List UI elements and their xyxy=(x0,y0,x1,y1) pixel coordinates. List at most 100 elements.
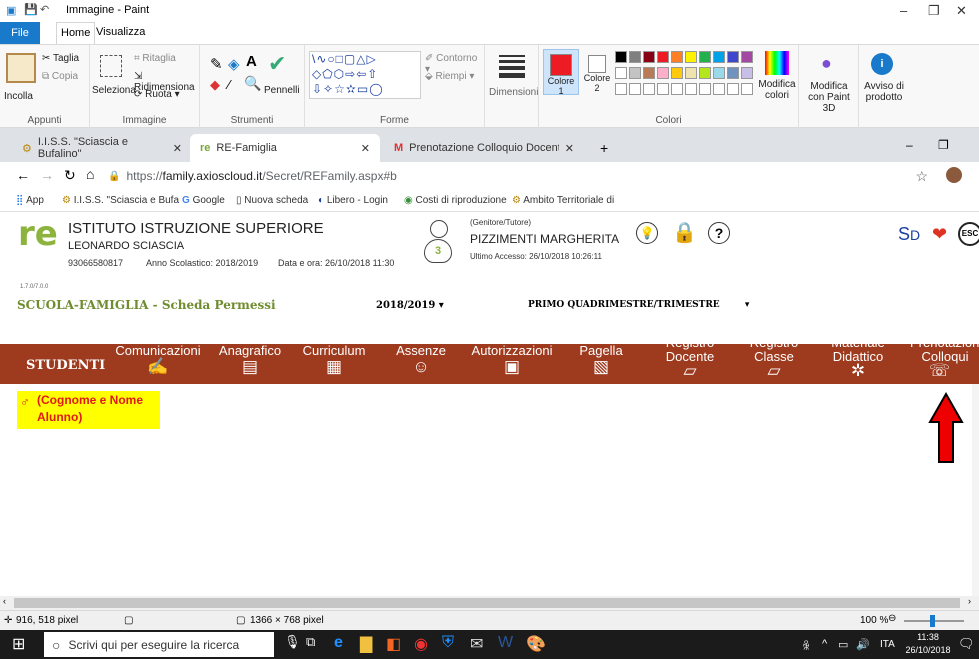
palette-swatch[interactable] xyxy=(685,67,697,79)
bookmark-libero[interactable]: ◐ Libero - Login xyxy=(318,195,388,206)
lightbulb-icon[interactable]: 💡 xyxy=(636,222,658,244)
browser-minimize-button[interactable]: – xyxy=(906,138,913,152)
palette-swatch[interactable] xyxy=(615,67,627,79)
menu-registro-docente[interactable]: Registro Docente ▱ xyxy=(650,336,730,380)
taskbar-search[interactable]: ○ Scrivi qui per eseguire la ricerca xyxy=(44,632,274,657)
people-icon[interactable]: ꆜ xyxy=(802,638,811,653)
fill-icon[interactable]: ◈ xyxy=(228,55,240,73)
bookmark-star-icon[interactable]: ☆ xyxy=(915,168,928,185)
select-button[interactable]: Seleziona xyxy=(92,85,136,96)
palette-swatch[interactable] xyxy=(643,83,655,95)
menu-comunicazioni[interactable]: Comunicazioni ✍ xyxy=(108,344,208,376)
start-icon[interactable]: ⊞ xyxy=(12,634,25,654)
notifications-icon[interactable]: 🗨 xyxy=(958,636,975,652)
browser-tab-3[interactable]: M Prenotazione Colloquio Docenti ✕ xyxy=(384,134,584,162)
browser-tab-2[interactable]: re RE-Famiglia ✕ xyxy=(190,134,380,162)
period-select[interactable]: PRIMO QUADRIMESTRE/TRIMESTRE ▾ xyxy=(528,300,749,310)
word-icon[interactable]: W xyxy=(498,634,513,652)
palette-swatch[interactable] xyxy=(657,51,669,63)
palette-swatch[interactable] xyxy=(699,51,711,63)
fill-shape-button[interactable]: ⬙ Riempi ▾ xyxy=(425,71,474,82)
palette-swatch[interactable] xyxy=(643,51,655,63)
office-icon[interactable]: ◧ xyxy=(386,634,401,654)
mail-icon[interactable]: ✉ xyxy=(470,634,483,654)
save-icon[interactable]: 💾 xyxy=(24,3,38,16)
pencil-icon[interactable]: ✎ xyxy=(210,55,223,73)
color-palette[interactable] xyxy=(615,51,759,99)
palette-swatch[interactable] xyxy=(727,51,739,63)
size-button[interactable]: Dimensioni xyxy=(489,87,538,98)
reload-icon[interactable]: ↻ xyxy=(64,167,76,184)
bookmark-new-tab[interactable]: ▯ Nuova scheda xyxy=(236,195,308,206)
page-scrollbar[interactable] xyxy=(972,384,979,596)
palette-swatch[interactable] xyxy=(657,83,669,95)
address-bar[interactable]: 🔒 https:// family.axioscloud.it /Secret/… xyxy=(108,164,928,188)
task-view-icon[interactable]: ⧉ xyxy=(306,634,315,650)
paint3d-button[interactable]: Modifica con Paint 3D xyxy=(801,81,857,114)
bookmark-school[interactable]: ⚙ I.I.S.S. "Sciascia e Bufa xyxy=(62,195,179,206)
minimize-button[interactable]: – xyxy=(900,3,907,18)
browser-maximize-button[interactable]: ❐ xyxy=(938,138,949,152)
paint3d-icon[interactable]: ● xyxy=(821,53,832,74)
chrome-icon[interactable]: ◉ xyxy=(414,634,428,654)
palette-swatch[interactable] xyxy=(741,51,753,63)
exit-icon[interactable]: ESC xyxy=(958,222,979,246)
palette-swatch[interactable] xyxy=(629,67,641,79)
info-icon[interactable]: i xyxy=(871,53,893,75)
new-tab-icon[interactable]: + xyxy=(600,140,608,156)
paste-button[interactable]: Incolla xyxy=(4,91,33,102)
palette-swatch[interactable] xyxy=(727,67,739,79)
store-icon[interactable]: ⛨ xyxy=(442,634,454,652)
menu-prenotazioni-colloqui[interactable]: Prenotazioni Colloqui ☏ xyxy=(900,336,979,378)
menu-anagrafico[interactable]: Anagrafico ▤ xyxy=(210,344,290,376)
notice-button[interactable]: Avviso di prodotto xyxy=(861,81,907,103)
tab-view[interactable]: Visualizza xyxy=(96,26,145,38)
rotate-button[interactable]: ⟳ Ruota ▾ xyxy=(134,89,180,100)
shapes-gallery[interactable]: \∿○□▢△▷ ◇⬠⬡⇨⇦⇧ ⇩✧☆✫▭◯ xyxy=(309,51,421,99)
menu-assenze[interactable]: Assenze ☺ xyxy=(386,344,456,376)
microphone-icon[interactable]: 🎙 xyxy=(284,634,301,650)
menu-students[interactable]: STUDENTI xyxy=(26,358,105,373)
bookmark-google[interactable]: G Google xyxy=(182,195,225,206)
picker-icon[interactable]: ⁄ xyxy=(228,77,230,92)
year-select[interactable]: 2018/2019 ▾ xyxy=(376,300,444,311)
palette-swatch[interactable] xyxy=(713,51,725,63)
close-tab-icon[interactable]: ✕ xyxy=(361,142,370,155)
palette-swatch[interactable] xyxy=(671,51,683,63)
bookmark-costi[interactable]: ◉ Costi di riproduzione xyxy=(404,195,507,206)
menu-registro-classe[interactable]: Registro Classe ▱ xyxy=(734,336,814,380)
palette-swatch[interactable] xyxy=(671,83,683,95)
menu-curriculum[interactable]: Curriculum ▦ xyxy=(292,344,376,376)
edit-colors-button[interactable]: Modifica colori xyxy=(757,79,797,101)
explorer-icon[interactable]: ▇ xyxy=(360,634,372,654)
back-icon[interactable]: ← xyxy=(16,167,30,183)
palette-swatch[interactable] xyxy=(615,51,627,63)
paste-icon[interactable] xyxy=(6,53,36,83)
palette-swatch[interactable] xyxy=(727,83,739,95)
tray-chevron-icon[interactable]: ^ xyxy=(822,638,827,650)
palette-swatch[interactable] xyxy=(657,67,669,79)
scroll-right-icon[interactable]: › xyxy=(968,596,971,606)
home-icon[interactable]: ⌂ xyxy=(86,166,94,182)
bookmark-ambito[interactable]: ⚙ Ambito Territoriale di xyxy=(512,195,614,206)
magnifier-icon[interactable]: 🔍 xyxy=(244,75,261,92)
zoom-slider-thumb[interactable] xyxy=(930,615,935,627)
zoom-out-icon[interactable]: ⊖ xyxy=(888,613,896,624)
browser-tab-1[interactable]: ⚙ I.I.S.S. "Sciascia e Bufalino" ✕ xyxy=(12,134,192,162)
palette-swatch[interactable] xyxy=(713,83,725,95)
profile-avatar[interactable] xyxy=(946,167,962,183)
clock-date[interactable]: 26/10/2018 xyxy=(904,645,952,655)
palette-swatch[interactable] xyxy=(685,83,697,95)
close-tab-icon[interactable]: ✕ xyxy=(173,142,182,155)
select-icon[interactable] xyxy=(100,55,122,77)
palette-swatch[interactable] xyxy=(699,67,711,79)
undo-icon[interactable]: ↶ xyxy=(40,3,49,16)
text-icon[interactable]: A xyxy=(246,53,257,70)
palette-swatch[interactable] xyxy=(671,67,683,79)
horizontal-scrollbar[interactable]: ‹ › xyxy=(0,596,979,610)
language-indicator[interactable]: ITA xyxy=(880,639,895,650)
edge-icon[interactable]: e xyxy=(334,634,343,652)
network-icon[interactable]: ▭ xyxy=(838,638,848,651)
palette-swatch[interactable] xyxy=(713,67,725,79)
lock-account-icon[interactable]: 🔒 xyxy=(672,220,697,245)
